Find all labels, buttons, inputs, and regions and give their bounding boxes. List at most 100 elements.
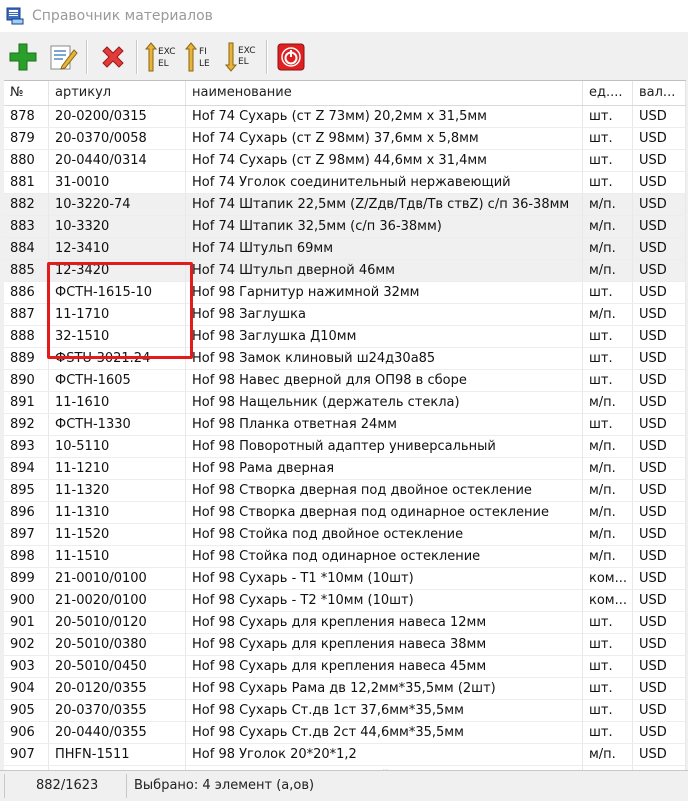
cell-currency: USD bbox=[633, 744, 686, 765]
column-header-article[interactable]: артикул bbox=[49, 81, 186, 105]
table-row[interactable]: 897 11-1520 Hof 98 Стойка под двойное осте… bbox=[4, 524, 686, 546]
cell-unit: шт. bbox=[583, 370, 633, 391]
cell-currency: USD bbox=[633, 436, 686, 457]
table-row[interactable]: 888 32-1510 Hof 98 Заглушка Д10мм шт. USD bbox=[4, 326, 686, 348]
cell-unit: м/п. bbox=[583, 436, 633, 457]
add-button[interactable] bbox=[6, 39, 40, 75]
export-file-button[interactable]: FI LE bbox=[184, 39, 218, 75]
column-header-unit[interactable]: ед.... bbox=[583, 81, 633, 105]
delete-button[interactable] bbox=[96, 39, 130, 75]
cell-article: 11-1320 bbox=[49, 480, 186, 501]
table-row[interactable]: 899 21-0010/0100 Hof 98 Сухарь - Т1 *10мм … bbox=[4, 568, 686, 590]
status-bar: 882/1623 Выбрано: 4 элемент (а,ов) bbox=[0, 770, 688, 801]
table-row[interactable]: 905 20-0370/0355 Hof 98 Сухарь Ст.дв 1ст 3… bbox=[4, 700, 686, 722]
cell-number: 878 bbox=[4, 106, 49, 127]
toolbar: EXC EL FI LE EXC EL bbox=[4, 36, 686, 78]
table-row[interactable]: 884 12-3410 Hof 74 Штульп 69мм м/п. USD bbox=[4, 238, 686, 260]
table-row[interactable]: 882 10-3220-74 Hof 74 Штапик 22,5мм (Z/Zдв… bbox=[4, 194, 686, 216]
cell-name: Hof 98 Сухарь Рама дв 12,2мм*35,5мм (2шт… bbox=[186, 678, 583, 699]
table-row[interactable]: 891 11-1610 Hof 98 Нащельник (держатель ст… bbox=[4, 392, 686, 414]
column-header-number[interactable]: № bbox=[4, 81, 49, 105]
table-row[interactable]: 901 20-5010/0120 Hof 98 Сухарь для креплен… bbox=[4, 612, 686, 634]
cell-unit: м/п. bbox=[583, 744, 633, 765]
cell-article: 12-3420 bbox=[49, 260, 186, 281]
table-row[interactable]: 880 20-0440/0314 Hof 74 Сухарь (ст Z 98мм)… bbox=[4, 150, 686, 172]
table-row[interactable]: 893 10-5110 Hof 98 Поворотный адаптер унив… bbox=[4, 436, 686, 458]
cell-article: 11-1210 bbox=[49, 458, 186, 479]
table-row[interactable]: 887 11-1710 Hof 98 Заглушка м/п. USD bbox=[4, 304, 686, 326]
cell-name: Hof 74 Сухарь (ст Z 98мм) 37,6мм x 5,8мм bbox=[186, 128, 583, 149]
import-excel-button[interactable]: EXC EL bbox=[224, 39, 258, 75]
table-row[interactable]: 900 21-0020/0100 Hof 98 Сухарь - Т2 *10мм … bbox=[4, 590, 686, 612]
table-row[interactable]: 889 ФSTU-3021.24 Hof 98 Замок клиновый ш24… bbox=[4, 348, 686, 370]
cell-currency: USD bbox=[633, 722, 686, 743]
cell-article: 12-3410 bbox=[49, 238, 186, 259]
table-row[interactable]: 881 31-0010 Hof 74 Уголок соединительный н… bbox=[4, 172, 686, 194]
cell-name: Hof 98 Нащельник (держатель стекла) bbox=[186, 392, 583, 413]
cell-currency: USD bbox=[633, 348, 686, 369]
cell-unit: м/п. bbox=[583, 480, 633, 501]
table-row[interactable]: 906 20-0440/0355 Hof 98 Сухарь Ст.дв 2ст 4… bbox=[4, 722, 686, 744]
cell-unit: шт. bbox=[583, 678, 633, 699]
cell-currency: USD bbox=[633, 502, 686, 523]
cell-name: Hof 98 Сухарь Ст.дв 2ст 44,6мм*35,5мм bbox=[186, 722, 583, 743]
svg-text:EXC: EXC bbox=[158, 47, 175, 57]
cell-currency: USD bbox=[633, 524, 686, 545]
cell-name: Hof 98 Стойка под одинарное остекление bbox=[186, 546, 583, 567]
cell-number: 901 bbox=[4, 612, 49, 633]
table-row[interactable]: 904 20-0120/0355 Hof 98 Сухарь Рама дв 12,… bbox=[4, 678, 686, 700]
cell-article: 20-5010/0380 bbox=[49, 634, 186, 655]
table-row[interactable]: 879 20-0370/0058 Hof 74 Сухарь (ст Z 98мм)… bbox=[4, 128, 686, 150]
exit-button[interactable] bbox=[274, 39, 308, 75]
table-row[interactable]: 883 10-3320 Hof 74 Штапик 32,5мм (с/п 36-3… bbox=[4, 216, 686, 238]
table-row[interactable]: 902 20-5010/0380 Hof 98 Сухарь для креплен… bbox=[4, 634, 686, 656]
cell-name: Hof 98 Навес дверной для ОП98 в сборе bbox=[186, 370, 583, 391]
cell-name: Hof 98 Заглушка bbox=[186, 304, 583, 325]
table-row[interactable]: 886 ФСТН-1615-10 Hof 98 Гарнитур нажимной … bbox=[4, 282, 686, 304]
cell-name: Hof 98 Заглушка Д10мм bbox=[186, 326, 583, 347]
table-row[interactable]: 878 20-0200/0315 Hof 74 Сухарь (ст Z 73мм)… bbox=[4, 106, 686, 128]
column-header-currency[interactable]: вал... bbox=[633, 81, 686, 105]
cell-currency: USD bbox=[633, 590, 686, 611]
table-row[interactable]: 898 11-1510 Hof 98 Стойка под одинарное ос… bbox=[4, 546, 686, 568]
cell-name: Hof 98 Стойка под двойное остекление bbox=[186, 524, 583, 545]
table-row[interactable]: 890 ФСТН-1605 Hof 98 Навес дверной для ОП9… bbox=[4, 370, 686, 392]
cell-unit: шт. bbox=[583, 150, 633, 171]
table-row[interactable]: 907 ПНFN-1511 Hof 98 Уголок 20*20*1,2 м/п. U… bbox=[4, 744, 686, 766]
cell-name: Hof 74 Сухарь (ст Z 73мм) 20,2мм x 31,5м… bbox=[186, 106, 583, 127]
table-row[interactable]: 894 11-1210 Hof 98 Рама дверная м/п. USD bbox=[4, 458, 686, 480]
cell-unit: шт. bbox=[583, 128, 633, 149]
cell-unit: шт. bbox=[583, 700, 633, 721]
cell-currency: USD bbox=[633, 172, 686, 193]
cell-unit: ком... bbox=[583, 590, 633, 611]
table-row[interactable]: 885 12-3420 Hof 74 Штульп дверной 46мм м/п.… bbox=[4, 260, 686, 282]
table-row[interactable]: 895 11-1320 Hof 98 Створка дверная под дво… bbox=[4, 480, 686, 502]
cell-name: Hof 98 Замок клиновый ш24д30а85 bbox=[186, 348, 583, 369]
cell-number: 882 bbox=[4, 194, 49, 215]
cell-currency: USD bbox=[633, 678, 686, 699]
cell-name: Hof 98 Сухарь для крепления навеса 45мм bbox=[186, 656, 583, 677]
cell-number: 881 bbox=[4, 172, 49, 193]
cell-number: 883 bbox=[4, 216, 49, 237]
export-excel-button[interactable]: EXC EL bbox=[144, 39, 178, 75]
cell-currency: USD bbox=[633, 546, 686, 567]
table-row[interactable]: 892 ФСТН-1330 Hof 98 Планка ответная 24мм ш… bbox=[4, 414, 686, 436]
cell-currency: USD bbox=[633, 216, 686, 237]
edit-button[interactable] bbox=[46, 39, 80, 75]
column-header-name[interactable]: наименование bbox=[186, 81, 583, 105]
table-row[interactable]: 903 20-5010/0450 Hof 98 Сухарь для креплен… bbox=[4, 656, 686, 678]
arrow-up-file-icon: FI LE bbox=[185, 42, 210, 72]
cell-name: Hof 98 Уголок 20*20*1,2 bbox=[186, 744, 583, 765]
cell-article: 11-1310 bbox=[49, 502, 186, 523]
materials-window: Справочник материалов EXC EL FI LE EXC E… bbox=[0, 0, 688, 801]
table-row[interactable]: 896 11-1310 Hof 98 Створка дверная под оди… bbox=[4, 502, 686, 524]
cell-unit: шт. bbox=[583, 656, 633, 677]
cell-unit: м/п. bbox=[583, 502, 633, 523]
cell-number: 899 bbox=[4, 568, 49, 589]
cell-article: ФСТН-1605 bbox=[49, 370, 186, 391]
materials-table[interactable]: № артикул наименование ед.... вал... 878… bbox=[4, 80, 686, 771]
cell-article: ФSTU-3021.24 bbox=[49, 348, 186, 369]
cell-unit: м/п. bbox=[583, 260, 633, 281]
cell-number: 892 bbox=[4, 414, 49, 435]
cell-currency: USD bbox=[633, 370, 686, 391]
